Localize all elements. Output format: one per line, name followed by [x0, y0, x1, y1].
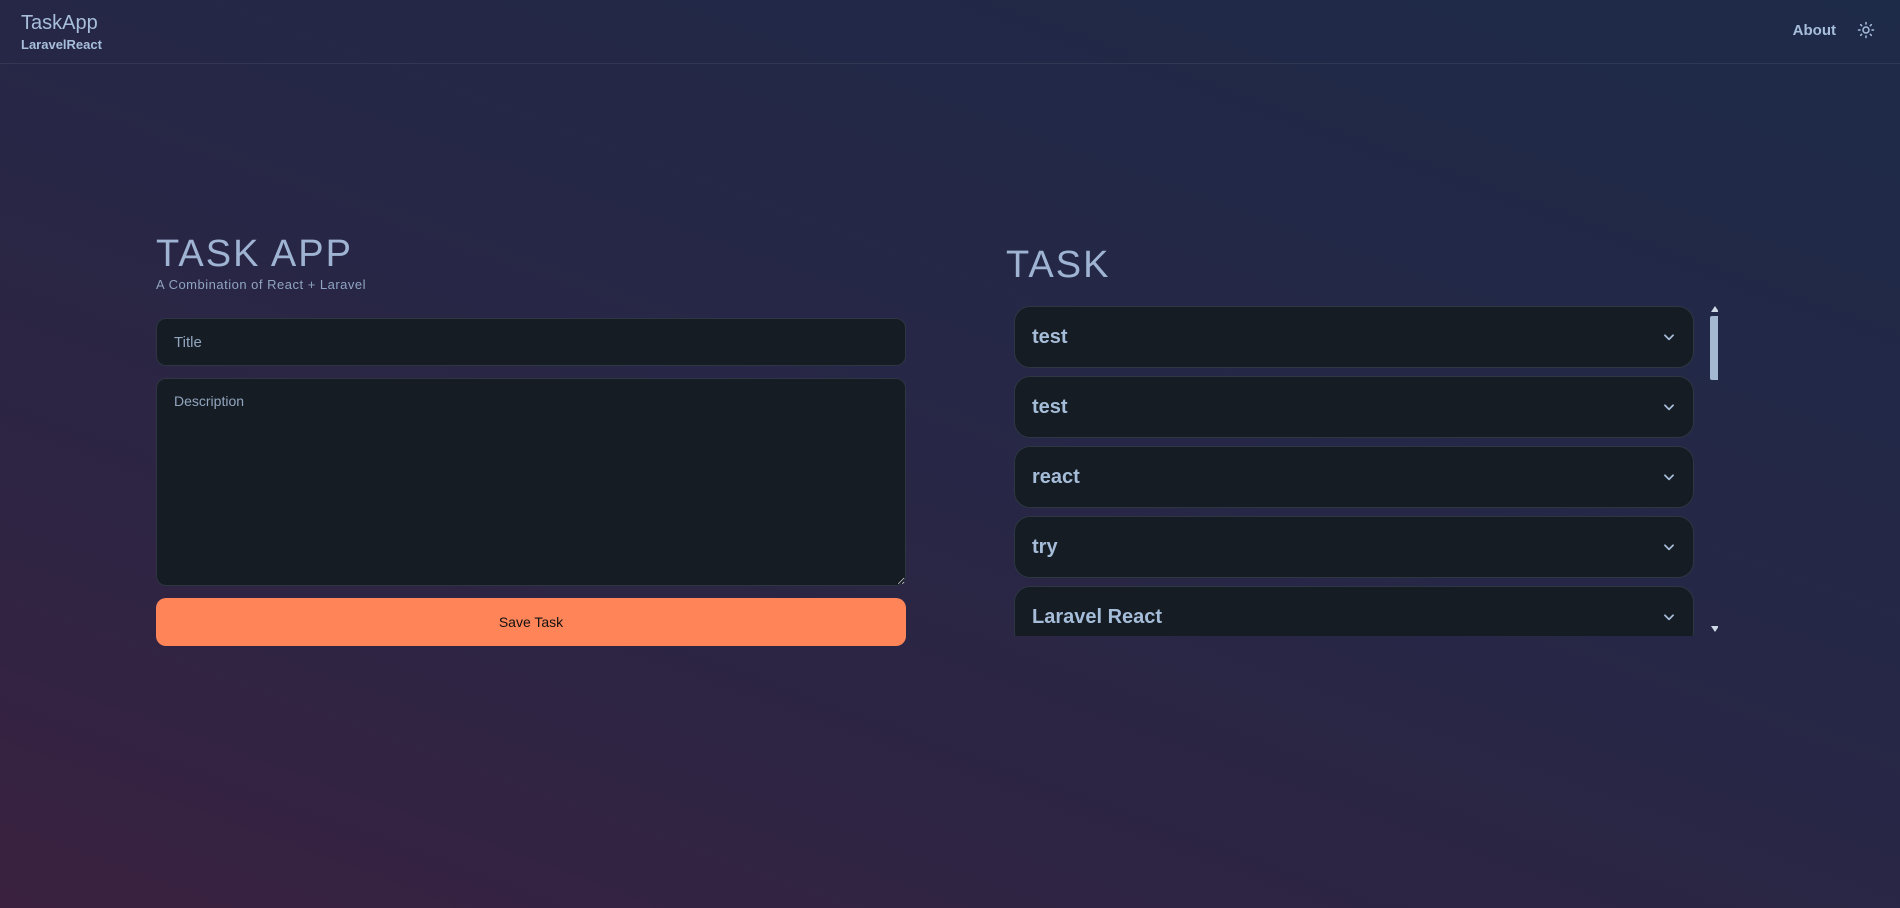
sun-icon[interactable]	[1856, 20, 1876, 40]
nav-right: About	[1793, 20, 1876, 40]
chevron-down-icon	[1664, 614, 1674, 621]
scroll-up-arrow-icon[interactable]	[1708, 306, 1718, 316]
task-item[interactable]: Laravel React	[1014, 586, 1694, 636]
task-form: TASK APP A Combination of React + Larave…	[156, 232, 906, 646]
chevron-down-icon	[1664, 404, 1674, 411]
about-link[interactable]: About	[1793, 22, 1836, 39]
scroll-down-arrow-icon[interactable]	[1708, 626, 1718, 636]
brand-subtitle: LaravelReact	[21, 37, 102, 52]
task-title: test	[1032, 395, 1068, 418]
scrollbar-thumb[interactable]	[1710, 316, 1718, 380]
task-list-scrollbar[interactable]	[1708, 306, 1718, 636]
save-task-button[interactable]: Save Task	[156, 598, 906, 646]
description-textarea[interactable]	[156, 378, 906, 586]
task-item[interactable]: test	[1014, 306, 1694, 368]
brand-title[interactable]: TaskApp	[21, 12, 102, 34]
task-title: Laravel React	[1032, 605, 1163, 628]
title-input[interactable]	[156, 318, 906, 366]
chevron-down-icon	[1664, 544, 1674, 551]
task-list-heading: TASK	[1006, 244, 1111, 286]
chevron-down-icon	[1664, 474, 1674, 481]
chevron-down-icon	[1664, 334, 1674, 341]
brand[interactable]: TaskApp LaravelReact	[21, 12, 102, 52]
task-item[interactable]: test	[1014, 376, 1694, 438]
task-title: try	[1032, 535, 1058, 558]
navbar: TaskApp LaravelReact About	[0, 0, 1900, 64]
task-item[interactable]: try	[1014, 516, 1694, 578]
task-title: test	[1032, 325, 1068, 348]
task-list-section: TASK test test react try Laravel React	[1006, 240, 1726, 636]
task-list: test test react try Laravel React	[1014, 306, 1718, 636]
page-title: TASK APP	[156, 233, 353, 275]
task-item[interactable]: react	[1014, 446, 1694, 508]
task-title: react	[1032, 465, 1080, 488]
page-subtitle: A Combination of React + Laravel	[156, 277, 367, 292]
